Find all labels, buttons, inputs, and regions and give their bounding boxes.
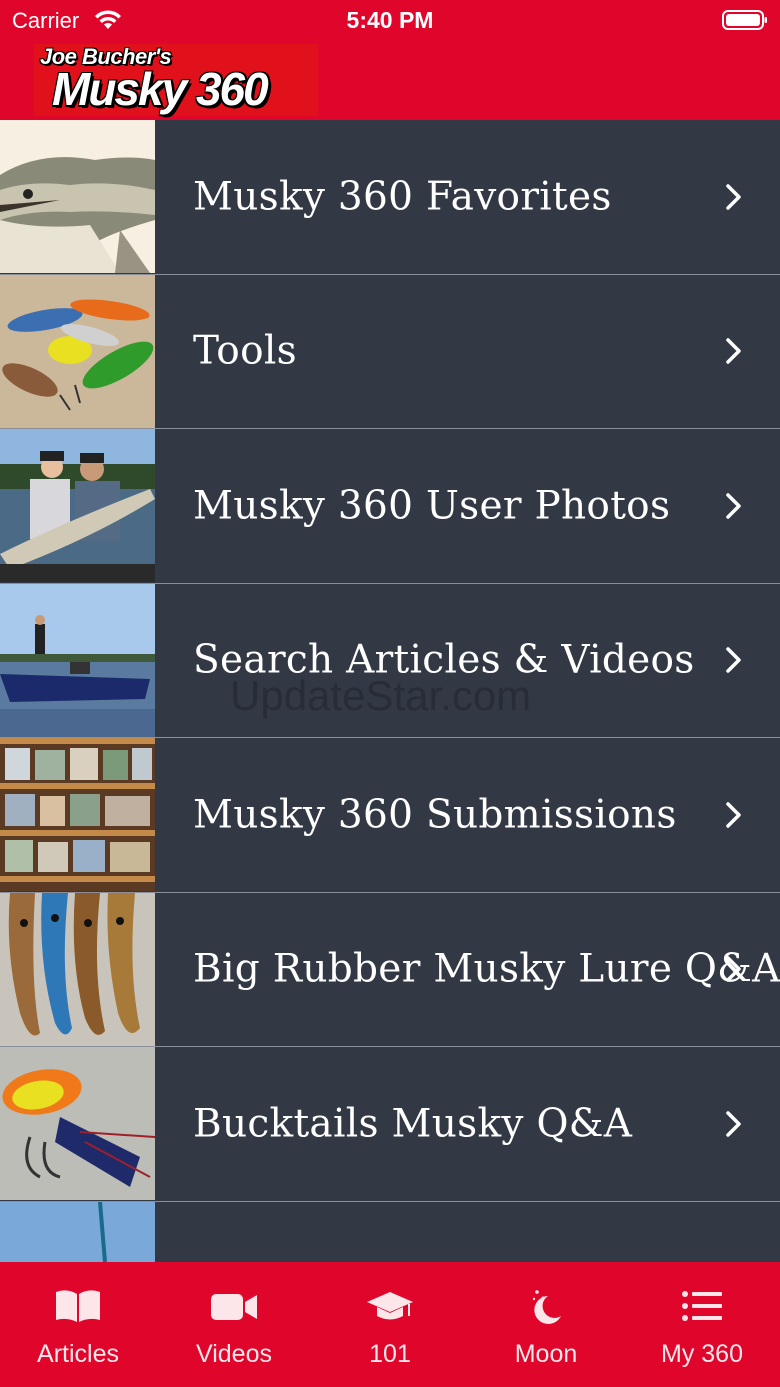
menu-item-label: Big Rubber Musky Lure Q&A bbox=[193, 946, 780, 992]
graduation-cap-icon bbox=[367, 1292, 413, 1320]
menu-item-bucktails-qa[interactable]: Bucktails Musky Q&A bbox=[0, 1047, 780, 1202]
chevron-right-icon bbox=[726, 802, 741, 828]
battery-icon bbox=[722, 10, 767, 30]
status-bar: Carrier 5:40 PM bbox=[0, 0, 780, 42]
anglers-thumbnail bbox=[0, 429, 155, 582]
menu-item-partial[interactable] bbox=[0, 1201, 780, 1262]
bucktail-thumbnail bbox=[0, 1047, 155, 1200]
chevron-right-icon bbox=[726, 493, 741, 519]
rod-sky-thumbnail bbox=[0, 1201, 155, 1262]
app-logo: Joe Bucher's Musky 360 bbox=[34, 44, 318, 116]
lures-thumbnail bbox=[0, 274, 155, 428]
tab-articles[interactable]: Articles bbox=[0, 1262, 156, 1387]
status-time: 5:40 PM bbox=[346, 7, 434, 33]
menu-item-label: Musky 360 Submissions bbox=[193, 792, 677, 838]
book-icon bbox=[56, 1290, 100, 1322]
photo-wall-thumbnail bbox=[0, 738, 155, 891]
menu-item-label: Musky 360 User Photos bbox=[193, 483, 671, 529]
chevron-right-icon bbox=[726, 338, 741, 364]
moon-icon bbox=[532, 1290, 561, 1324]
menu-item-label: Bucktails Musky Q&A bbox=[193, 1101, 633, 1147]
menu-item-tools[interactable]: Tools bbox=[0, 274, 780, 429]
menu-item-rubber-lure-qa[interactable]: Big Rubber Musky Lure Q&A bbox=[0, 892, 780, 1047]
chevron-right-icon bbox=[726, 956, 741, 982]
chevron-right-icon bbox=[726, 647, 741, 673]
tab-bar: Articles Videos 101 Moon My 360 bbox=[0, 1262, 780, 1387]
boat-thumbnail bbox=[0, 583, 155, 737]
tab-label: Articles bbox=[37, 1340, 119, 1368]
rubber-lures-thumbnail bbox=[0, 892, 155, 1046]
menu-item-user-photos[interactable]: Musky 360 User Photos bbox=[0, 429, 780, 584]
menu-item-favorites[interactable]: Musky 360 Favorites bbox=[0, 120, 780, 275]
tab-videos[interactable]: Videos bbox=[156, 1262, 312, 1387]
musky-head-thumbnail bbox=[0, 120, 155, 273]
tab-101[interactable]: 101 bbox=[312, 1262, 468, 1387]
app-header: Carrier 5:40 PM Joe Bucher's Musky 360 bbox=[0, 0, 780, 120]
list-icon bbox=[682, 1291, 722, 1321]
tab-label: My 360 bbox=[661, 1340, 743, 1368]
chevron-right-icon bbox=[726, 184, 741, 210]
menu-item-search[interactable]: Search Articles & Videos bbox=[0, 583, 780, 738]
menu-item-label: Musky 360 Favorites bbox=[193, 174, 612, 220]
menu-item-label: Tools bbox=[193, 328, 297, 374]
tab-label: Videos bbox=[196, 1340, 272, 1368]
tab-moon[interactable]: Moon bbox=[468, 1262, 624, 1387]
menu-item-submissions[interactable]: Musky 360 Submissions bbox=[0, 738, 780, 893]
menu-list[interactable]: Musky 360 Favorites Tools Musky 360 User… bbox=[0, 120, 780, 1262]
tab-label: Moon bbox=[514, 1340, 578, 1368]
tab-my-360[interactable]: My 360 bbox=[624, 1262, 780, 1387]
tab-label: 101 bbox=[369, 1340, 411, 1368]
video-camera-icon bbox=[211, 1294, 257, 1320]
chevron-right-icon bbox=[726, 1111, 741, 1137]
logo-line2: Musky 360 bbox=[52, 63, 269, 115]
menu-item-label: Search Articles & Videos bbox=[193, 637, 695, 683]
